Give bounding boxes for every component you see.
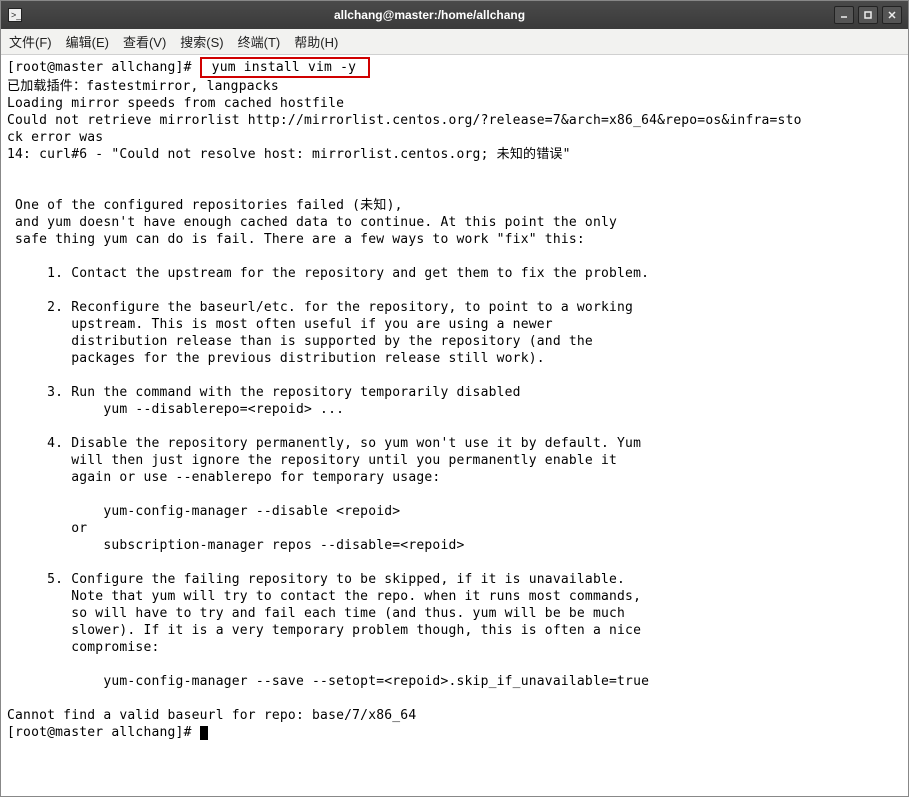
titlebar: >_ allchang@master:/home/allchang xyxy=(1,1,908,29)
output-line: compromise: xyxy=(7,640,160,655)
output-line: yum --disablerepo=<repoid> ... xyxy=(7,402,344,417)
menu-file[interactable]: 文件(F) xyxy=(9,32,52,51)
cursor xyxy=(200,726,208,740)
prompt: [root@master allchang]# xyxy=(7,725,200,740)
output-line: again or use --enablerepo for temporary … xyxy=(7,470,440,485)
svg-text:>_: >_ xyxy=(11,10,22,20)
output-line: and yum doesn't have enough cached data … xyxy=(7,215,617,230)
menu-search[interactable]: 搜索(S) xyxy=(180,32,223,51)
output-line: so will have to try and fail each time (… xyxy=(7,606,625,621)
output-line: slower). If it is a very temporary probl… xyxy=(7,623,641,638)
highlighted-command: yum install vim -y xyxy=(200,57,371,78)
menubar: 文件(F) 编辑(E) 查看(V) 搜索(S) 终端(T) 帮助(H) xyxy=(1,29,908,55)
output-line: 2. Reconfigure the baseurl/etc. for the … xyxy=(7,300,633,315)
output-line: 14: curl#6 - "Could not resolve host: mi… xyxy=(7,147,571,162)
menu-edit[interactable]: 编辑(E) xyxy=(66,32,109,51)
output-line: will then just ignore the repository unt… xyxy=(7,453,617,468)
maximize-button[interactable] xyxy=(858,6,878,24)
output-line: Could not retrieve mirrorlist http://mir… xyxy=(7,113,802,128)
close-button[interactable] xyxy=(882,6,902,24)
output-line: Loading mirror speeds from cached hostfi… xyxy=(7,96,344,111)
output-line: Cannot find a valid baseurl for repo: ba… xyxy=(7,708,416,723)
output-line: safe thing yum can do is fail. There are… xyxy=(7,232,585,247)
output-line: One of the configured repositories faile… xyxy=(7,198,403,213)
output-line: subscription-manager repos --disable=<re… xyxy=(7,538,465,553)
minimize-button[interactable] xyxy=(834,6,854,24)
terminal-icon: >_ xyxy=(7,7,23,23)
output-line: 已加载插件：fastestmirror, langpacks xyxy=(7,79,279,94)
menu-help[interactable]: 帮助(H) xyxy=(294,32,338,51)
output-line: packages for the previous distribution r… xyxy=(7,351,545,366)
output-line: yum-config-manager --save --setopt=<repo… xyxy=(7,674,649,689)
window-title: allchang@master:/home/allchang xyxy=(29,8,830,22)
output-line: upstream. This is most often useful if y… xyxy=(7,317,553,332)
output-line: 1. Contact the upstream for the reposito… xyxy=(7,266,649,281)
output-line: 4. Disable the repository permanently, s… xyxy=(7,436,641,451)
output-line: 5. Configure the failing repository to b… xyxy=(7,572,625,587)
output-line: Note that yum will try to contact the re… xyxy=(7,589,641,604)
output-line: yum-config-manager --disable <repoid> xyxy=(7,504,400,519)
menu-view[interactable]: 查看(V) xyxy=(123,32,166,51)
prompt: [root@master allchang]# xyxy=(7,60,200,75)
terminal-output[interactable]: [root@master allchang]# yum install vim … xyxy=(1,55,908,745)
output-line: distribution release than is supported b… xyxy=(7,334,593,349)
menu-terminal[interactable]: 终端(T) xyxy=(238,32,281,51)
output-line: or xyxy=(7,521,87,536)
output-line: ck error was xyxy=(7,130,103,145)
output-line: 3. Run the command with the repository t… xyxy=(7,385,521,400)
